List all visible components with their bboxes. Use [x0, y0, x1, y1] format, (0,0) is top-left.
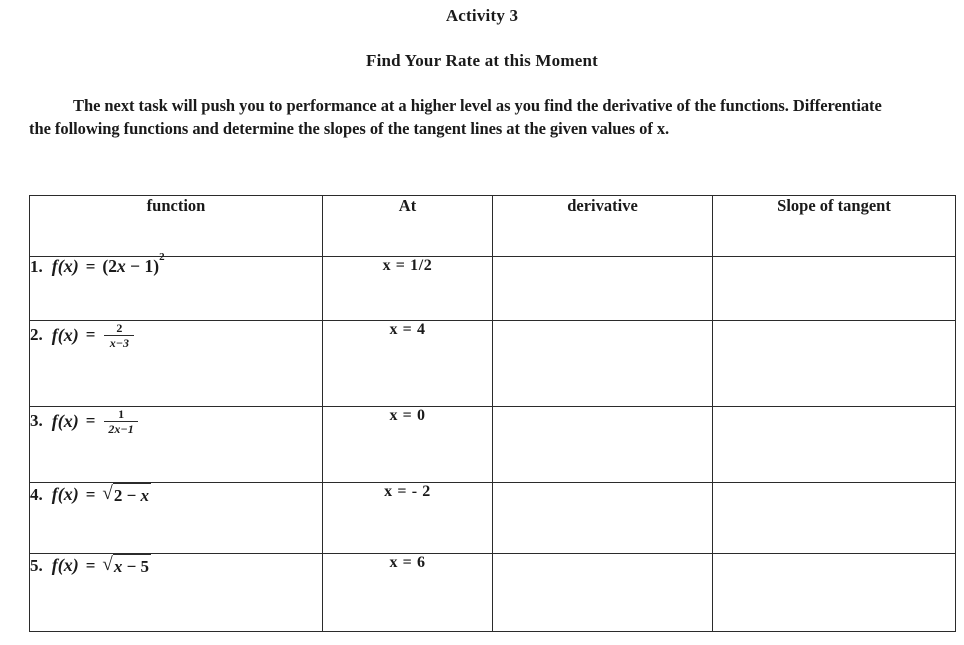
at-value-cell: x = - 2: [322, 482, 493, 554]
equals-sign: =: [85, 325, 96, 344]
row-index: 3.: [30, 411, 43, 430]
derivative-answer-cell[interactable]: [492, 320, 713, 407]
radicand: 2 − x: [112, 483, 152, 506]
radicand-part: − 5: [122, 557, 150, 576]
slope-answer-cell[interactable]: [712, 320, 956, 407]
equals-sign: =: [85, 484, 96, 504]
equals-sign: =: [85, 411, 96, 430]
function-notation: f(x): [51, 484, 79, 505]
math-expression: 2. f(x) = 2 x−3: [30, 321, 322, 350]
derivative-answer-cell[interactable]: [492, 406, 713, 483]
table-row: 2. f(x) = 2 x−3 x = 4: [29, 320, 956, 407]
power-base-rest: − 1): [125, 255, 160, 276]
equals-sign: =: [85, 555, 96, 575]
table-row: 1. f(x) = (2x − 1)2 x = 1/2: [29, 252, 956, 321]
fraction: 2 x−3: [104, 321, 135, 350]
derivative-answer-cell[interactable]: [492, 482, 713, 554]
function-cell: 1. f(x) = (2x − 1)2: [29, 252, 323, 321]
table-row: 3. f(x) = 1 2x−1 x = 0: [29, 406, 956, 483]
fraction-numerator: 1: [118, 407, 125, 421]
row-index: 4.: [30, 484, 43, 504]
function-notation: f(x): [51, 324, 79, 345]
exponent: 2: [159, 251, 165, 263]
power-base-open: (2: [102, 255, 117, 276]
function-notation: f(x): [51, 410, 79, 431]
worksheet-page: Activity 3 Find Your Rate at this Moment…: [0, 0, 964, 645]
table-row: 4. f(x) = √ 2 − x x = - 2: [29, 482, 956, 554]
page-subtitle: Find Your Rate at this Moment: [366, 51, 598, 71]
column-header-derivative: derivative: [492, 195, 713, 257]
radical-sign-icon: √: [102, 483, 113, 504]
radicand-variable: x: [140, 486, 150, 505]
table-header-row: function At derivative Slope of tangent: [29, 195, 956, 257]
power-base-variable: x: [117, 255, 126, 276]
math-expression: 4. f(x) = √ 2 − x: [30, 483, 322, 506]
function-cell: 5. f(x) = √ x − 5: [29, 553, 323, 632]
math-expression: 1. f(x) = (2x − 1)2: [30, 252, 322, 277]
radical-expression: √ x − 5: [102, 554, 152, 577]
derivative-answer-cell[interactable]: [492, 553, 713, 632]
function-notation: f(x): [51, 256, 79, 277]
worksheet-table-wrapper: function At derivative Slope of tangent …: [29, 195, 956, 632]
function-notation: f(x): [51, 555, 79, 576]
expression-power: (2x − 1)2: [102, 252, 164, 276]
table-row: 5. f(x) = √ x − 5 x = 6: [29, 553, 956, 632]
radical-sign-icon: √: [102, 554, 113, 575]
row-index: 5.: [30, 555, 43, 575]
slope-answer-cell[interactable]: [712, 482, 956, 554]
derivative-answer-cell[interactable]: [492, 256, 713, 321]
math-expression: 5. f(x) = √ x − 5: [30, 554, 322, 577]
column-header-slope: Slope of tangent: [712, 195, 956, 257]
fraction-denominator: 2x−1: [108, 422, 134, 436]
math-expression: 3. f(x) = 1 2x−1: [30, 407, 322, 436]
at-value-cell: x = 1/2: [322, 256, 493, 321]
equals-sign: =: [85, 256, 96, 276]
fraction: 1 2x−1: [104, 407, 138, 436]
radical-expression: √ 2 − x: [102, 483, 152, 506]
instructions-paragraph: The next task will push you to performan…: [29, 95, 882, 139]
radicand: x − 5: [112, 554, 152, 577]
function-cell: 4. f(x) = √ 2 − x: [29, 482, 323, 554]
at-value-cell: x = 6: [322, 553, 493, 632]
function-cell: 3. f(x) = 1 2x−1: [29, 406, 323, 483]
column-header-function: function: [29, 195, 323, 257]
radicand-part: 2 −: [113, 486, 141, 505]
at-value-cell: x = 4: [322, 320, 493, 407]
worksheet-table: function At derivative Slope of tangent …: [29, 195, 956, 632]
slope-answer-cell[interactable]: [712, 553, 956, 632]
at-value-cell: x = 0: [322, 406, 493, 483]
column-header-at: At: [322, 195, 493, 257]
page-title: Activity 3: [445, 6, 519, 25]
slope-answer-cell[interactable]: [712, 256, 956, 321]
fraction-denominator: x−3: [109, 336, 130, 350]
row-index: 1.: [30, 256, 43, 276]
slope-answer-cell[interactable]: [712, 406, 956, 483]
function-cell: 2. f(x) = 2 x−3: [29, 320, 323, 407]
row-index: 2.: [30, 325, 43, 344]
fraction-numerator: 2: [116, 321, 123, 335]
